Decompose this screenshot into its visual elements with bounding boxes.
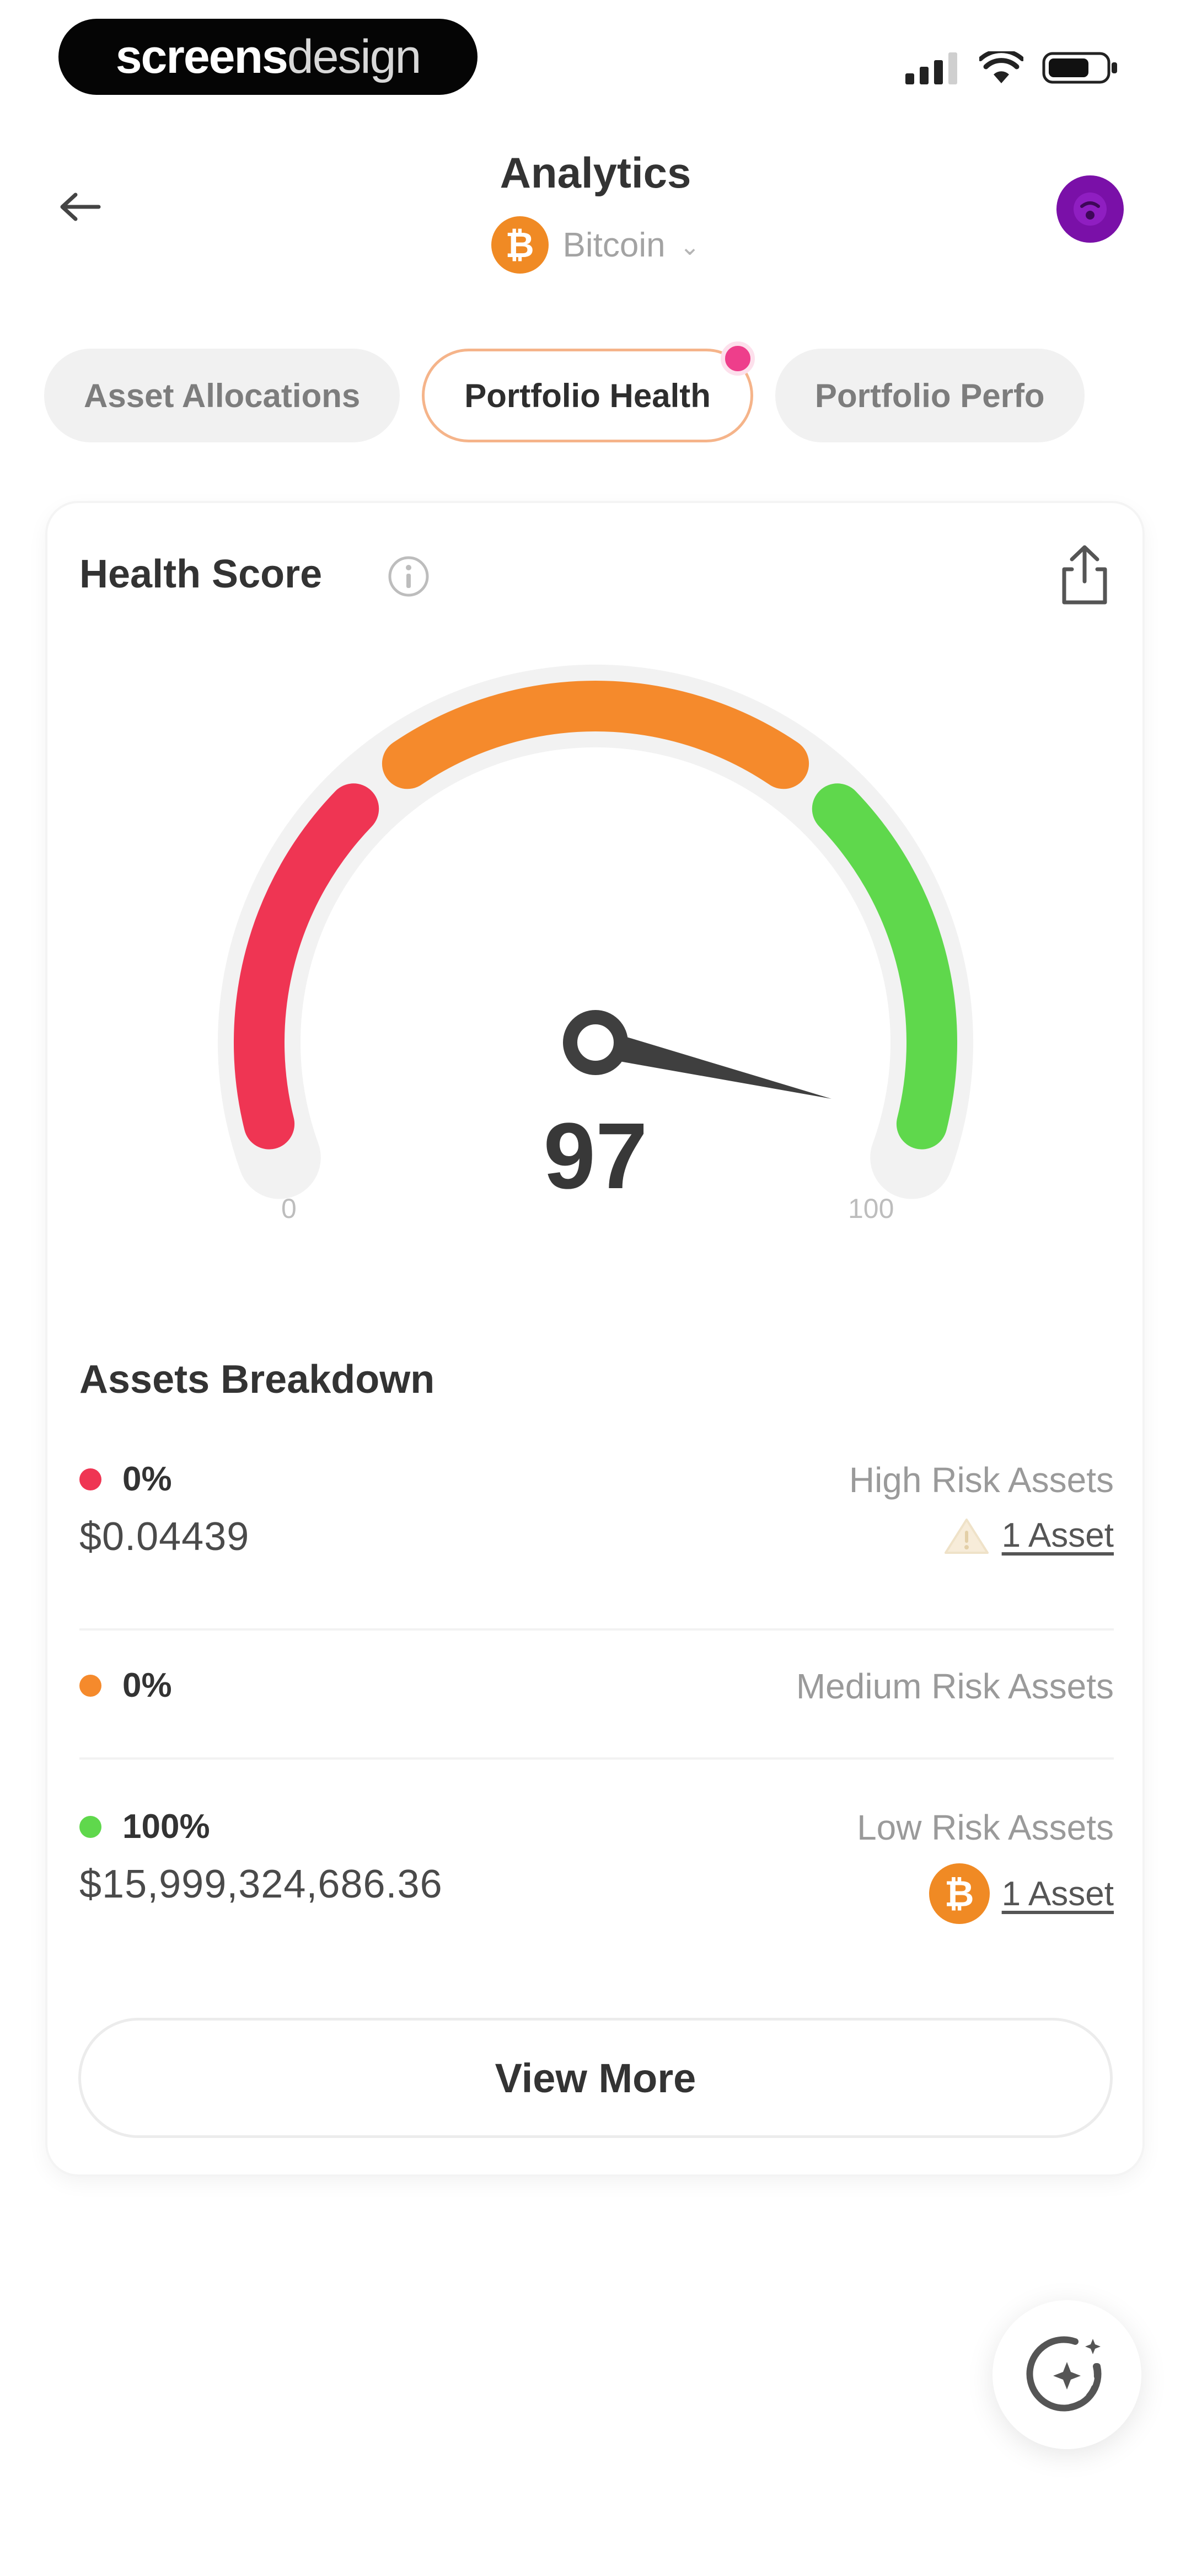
low-risk-percent: 100%	[122, 1808, 210, 1846]
tab-asset-allocations[interactable]: Asset Allocations	[44, 349, 400, 442]
gauge-track	[218, 664, 973, 1199]
high-risk-row: 0% $0.04439 High Risk Assets 1 Asset	[79, 1460, 1114, 1603]
high-risk-percent: 0%	[122, 1460, 172, 1498]
low-risk-dot	[79, 1815, 101, 1838]
signal-icon	[905, 52, 957, 84]
user-face-icon	[1074, 193, 1107, 226]
asset-selector-label: Bitcoin	[562, 226, 666, 264]
ai-sparkle-icon	[1026, 2336, 1102, 2412]
brand-text-secondary: design	[287, 30, 421, 83]
low-risk-amount: $15,999,324,686.36	[79, 1862, 443, 1906]
gauge-min-label: 0	[281, 1193, 297, 1224]
tab-label: Portfolio Health	[464, 377, 711, 414]
high-risk-amount: $0.04439	[79, 1515, 250, 1559]
gauge-max-label: 100	[848, 1193, 894, 1224]
high-risk-dot	[79, 1468, 101, 1490]
low-risk-asset-link[interactable]: 1 Asset	[1002, 1874, 1114, 1914]
bitcoin-icon: ₿	[929, 1863, 990, 1924]
brand-badge: screens design	[58, 19, 478, 95]
share-icon[interactable]	[1054, 542, 1115, 608]
medium-risk-label: Medium Risk Assets	[796, 1666, 1114, 1706]
notification-dot	[720, 341, 755, 376]
divider	[79, 1628, 1114, 1631]
asset-selector[interactable]: ₿ Bitcoin ⌄	[0, 216, 1191, 274]
assets-breakdown-title: Assets Breakdown	[79, 1358, 435, 1402]
medium-risk-row: 0% Medium Risk Assets	[79, 1666, 1114, 1732]
status-icons	[905, 49, 1119, 87]
ai-assistant-button[interactable]	[993, 2300, 1141, 2449]
divider	[79, 1757, 1114, 1760]
tab-label: Portfolio Perfo	[814, 377, 1045, 414]
battery-icon	[1042, 52, 1117, 84]
wifi-icon	[979, 51, 1023, 83]
low-risk-label: Low Risk Assets	[857, 1808, 1114, 1847]
low-risk-row: 100% $15,999,324,686.36 Low Risk Assets …	[79, 1807, 1114, 1950]
warning-icon	[944, 1518, 989, 1554]
page-title: Analytics	[500, 148, 691, 197]
tab-label: Asset Allocations	[84, 377, 361, 414]
gauge-needle	[563, 1010, 832, 1099]
bitcoin-icon: ₿	[491, 216, 549, 274]
medium-risk-percent: 0%	[122, 1666, 172, 1704]
health-score-value: 97	[543, 1104, 648, 1209]
info-icon[interactable]	[386, 554, 431, 599]
high-risk-asset-link[interactable]: 1 Asset	[1002, 1516, 1114, 1555]
tab-portfolio-health[interactable]: Portfolio Health	[422, 341, 755, 442]
chevron-down-icon: ⌄	[679, 233, 700, 260]
view-more-button[interactable]: View More	[78, 2018, 1113, 2138]
brand-text-primary: screens	[115, 30, 288, 83]
high-risk-label: High Risk Assets	[849, 1460, 1114, 1500]
tab-portfolio-performance[interactable]: Portfolio Perfo	[775, 349, 1085, 442]
analytics-tabs: Asset Allocations Portfolio Health Portf…	[44, 341, 1085, 442]
medium-risk-dot	[79, 1674, 101, 1697]
health-score-title: Health Score	[79, 552, 323, 596]
avatar[interactable]	[1056, 175, 1124, 243]
